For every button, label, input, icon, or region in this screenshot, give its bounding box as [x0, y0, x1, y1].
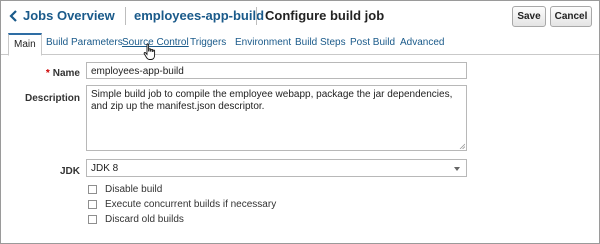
divider — [125, 7, 126, 25]
hand-cursor-icon — [143, 43, 156, 60]
discard-old-builds-label: Discard old builds — [105, 214, 184, 225]
name-label: * Name — [40, 68, 80, 79]
page-title: Configure build job — [265, 8, 385, 23]
tab-post-build[interactable]: Post Build — [350, 37, 395, 48]
tab-main[interactable]: Main — [8, 33, 42, 56]
breadcrumb-job-name[interactable]: employees-app-build — [134, 8, 264, 23]
description-field[interactable]: Simple build job to compile the employee… — [86, 85, 467, 151]
concurrent-builds-option[interactable]: Execute concurrent builds if necessary — [88, 199, 276, 210]
tab-build-steps[interactable]: Build Steps — [295, 37, 346, 48]
save-button[interactable]: Save — [512, 6, 546, 27]
back-link[interactable]: Jobs Overview — [9, 8, 115, 23]
description-label: Description — [24, 93, 80, 104]
tab-bar: Main Build Parameters Source Control Tri… — [1, 33, 599, 56]
disable-build-option[interactable]: Disable build — [88, 184, 162, 195]
resize-grip-icon[interactable] — [459, 143, 465, 149]
disable-build-label: Disable build — [105, 184, 163, 195]
chevron-left-icon — [9, 9, 17, 22]
cancel-button[interactable]: Cancel — [550, 6, 592, 27]
discard-old-builds-option[interactable]: Discard old builds — [88, 214, 184, 225]
name-label-text: Name — [52, 68, 80, 79]
back-link-label: Jobs Overview — [23, 8, 115, 23]
disable-build-checkbox[interactable] — [88, 185, 97, 194]
jdk-select[interactable]: JDK 8 — [86, 159, 467, 177]
divider — [256, 7, 257, 25]
tab-build-parameters[interactable]: Build Parameters — [46, 37, 123, 48]
description-field-value: Simple build job to compile the employee… — [91, 89, 453, 112]
concurrent-builds-checkbox[interactable] — [88, 200, 97, 209]
concurrent-builds-label: Execute concurrent builds if necessary — [105, 199, 277, 210]
name-field[interactable]: employees-app-build — [86, 62, 467, 79]
tab-environment[interactable]: Environment — [235, 37, 291, 48]
name-field-value: employees-app-build — [91, 66, 184, 77]
tab-advanced[interactable]: Advanced — [400, 37, 444, 48]
jdk-label: JDK — [59, 166, 80, 177]
jdk-select-value: JDK 8 — [91, 163, 119, 174]
required-marker: * — [45, 68, 50, 79]
chevron-down-icon — [454, 167, 460, 171]
tab-triggers[interactable]: Triggers — [190, 37, 226, 48]
page-header: Jobs Overview employees-app-build Config… — [1, 1, 599, 31]
discard-old-builds-checkbox[interactable] — [88, 215, 97, 224]
